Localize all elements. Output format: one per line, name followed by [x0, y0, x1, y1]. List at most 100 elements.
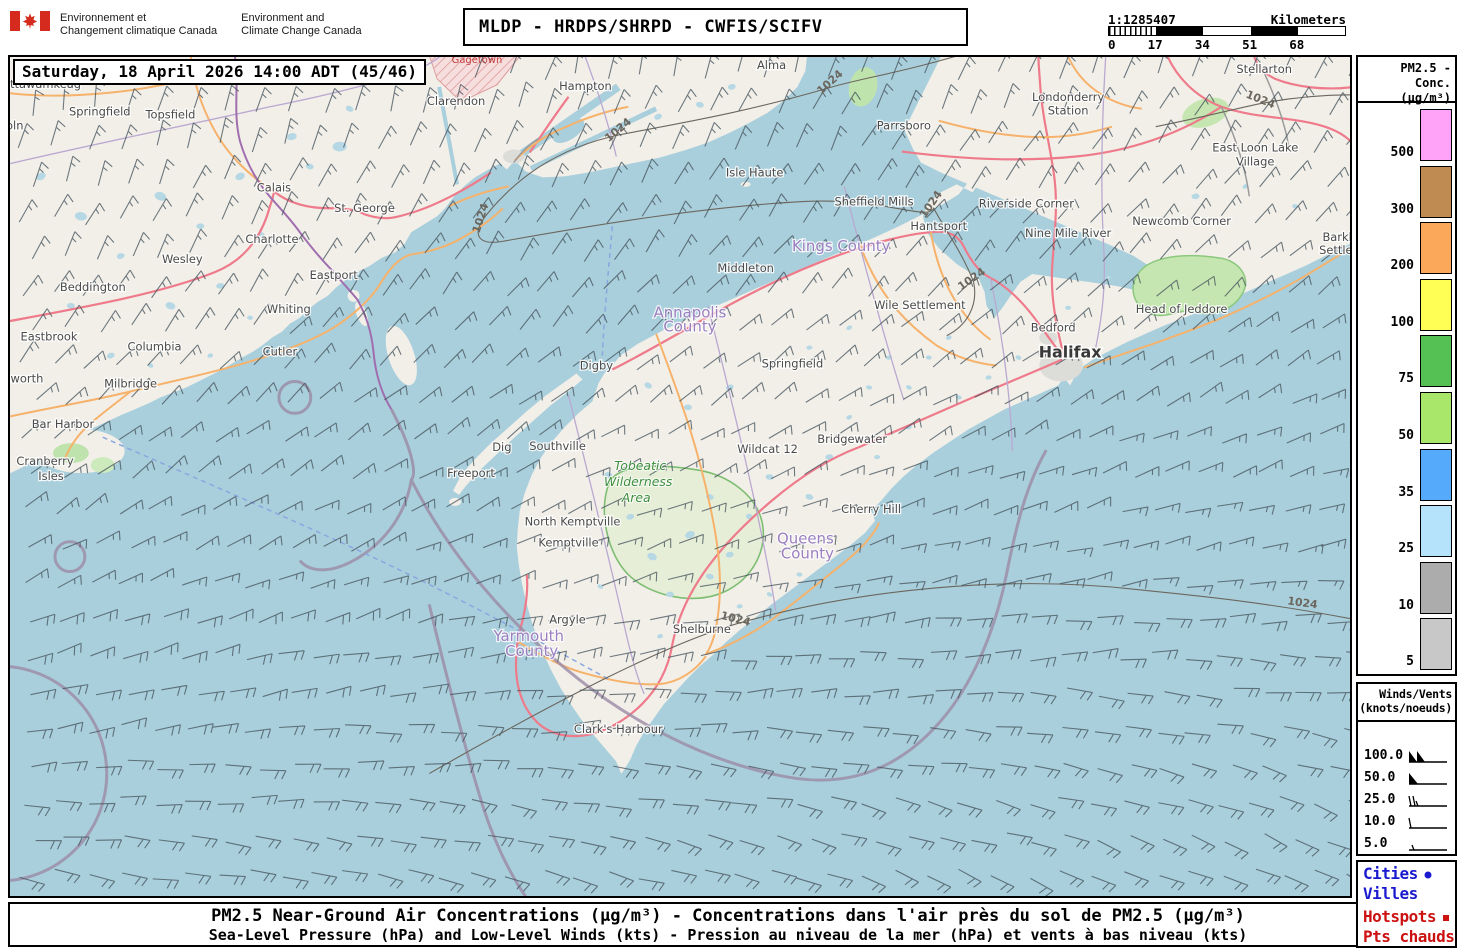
pm25-swatch	[1420, 278, 1452, 331]
model-title: MLDP - HRDPS/SHRPD - CWFIS/SCIFV	[479, 17, 823, 37]
winds-legend-title: Winds/Vents (knots/noeuds)	[1359, 687, 1452, 715]
hotspot-square-icon	[1443, 915, 1450, 921]
eccc-wordmark-fr: Environnement et Changement climatique Ca…	[60, 12, 218, 37]
wind-speed-label: 100.0	[1364, 748, 1404, 763]
city-label: Lincoln	[10, 119, 23, 133]
island-isle-haute	[740, 181, 751, 187]
features-legend: Cities Villes Hotspots Pts chauds	[1356, 860, 1457, 948]
scale-seg	[1297, 27, 1345, 35]
eccc-wordmark-en: Environment and Climate Change Canada	[241, 12, 362, 37]
city-label: Hantsport	[910, 219, 967, 233]
city-label: Cutler	[263, 345, 298, 359]
city-label: Milbridge	[104, 376, 157, 390]
city-label: Whiting	[267, 302, 311, 316]
datetime-box: Saturday, 18 April 2026 14:00 ADT (45/46…	[13, 59, 426, 85]
county-label: Kings County	[792, 237, 891, 255]
datetime-label: Saturday, 18 April 2026 14:00 ADT (45/46…	[22, 62, 417, 81]
city-label: Barkhouse	[1322, 230, 1350, 244]
city-label: Springfield	[69, 105, 131, 119]
city-label: Digby	[580, 359, 614, 373]
city-label: Shelburne	[673, 622, 731, 636]
park-label: Area	[621, 490, 651, 505]
caption-box: PM2.5 Near-Ground Air Concentrations (µg…	[8, 902, 1448, 947]
pm25-level-label: 500	[1390, 145, 1414, 160]
city-label: St. George	[334, 201, 395, 215]
city-label: Sheffield Mills	[835, 194, 914, 208]
wind-barb-100.0-icon	[1409, 751, 1447, 763]
park-label: Wilderness	[604, 474, 673, 489]
pm25-swatch	[1420, 505, 1452, 558]
pm25-level-label: 35	[1398, 484, 1414, 500]
city-label: North Kemptville	[525, 515, 621, 529]
city-label: Kemptville	[538, 536, 598, 550]
scale-tick: 17	[1147, 37, 1163, 52]
legend-separator	[1358, 101, 1455, 103]
pm25-level-label: 100	[1390, 314, 1414, 330]
pm25-swatch	[1420, 165, 1452, 218]
wind-speed-label: 50.0	[1364, 770, 1396, 785]
county-label: County	[781, 545, 834, 563]
city-label: Middleton	[717, 261, 774, 275]
pm25-level-label: 5	[1406, 654, 1414, 670]
wind-barb-10.0-icon	[1408, 817, 1447, 829]
city-label: Wesley	[162, 252, 203, 266]
pm25-swatch	[1420, 222, 1452, 275]
major-city-label: Halifax	[1039, 343, 1103, 362]
city-label: Wile Settlement	[874, 298, 966, 312]
base-map: 102410241024 10241024102410241024 Gagetow…	[10, 57, 1350, 896]
pm25-swatch	[1420, 109, 1452, 161]
city-label: Topsfield	[144, 108, 195, 122]
scale-tick-labels: 0 17 34 51 68	[1108, 37, 1346, 52]
city-label: Cranberry	[16, 454, 73, 468]
pm25-level-label: 300	[1390, 201, 1414, 217]
city-label: Riverside Corner	[979, 196, 1074, 210]
cities-legend-entry-fr: Villes	[1363, 884, 1418, 903]
scale-seg	[1156, 27, 1204, 35]
city-label: Head of Jeddore	[1136, 302, 1228, 316]
caption-line2: Sea-Level Pressure (hPa) and Low-Level W…	[208, 926, 1248, 944]
scale-seg	[1109, 27, 1157, 35]
city-label: East Loon Lake	[1212, 141, 1298, 155]
city-label: Ellsworth	[10, 371, 43, 385]
pm25-legend-title: PM2.5 - Conc. (µg/m³)	[1400, 61, 1451, 105]
hotspots-legend-entry: Hotspots	[1363, 907, 1455, 927]
city-label: Calais	[257, 180, 291, 194]
city-label: Southville	[529, 439, 586, 453]
wind-barb-50.0-icon	[1409, 773, 1447, 785]
pm25-swatch	[1420, 618, 1452, 671]
city-label: Charlotte	[245, 232, 298, 246]
city-label: Cherry Hill	[841, 502, 901, 516]
pm25-level-label: 50	[1398, 428, 1414, 443]
city-label: Argyle	[549, 612, 586, 626]
city-label: Wildcat 12	[737, 442, 798, 456]
legend-separator	[1358, 720, 1455, 722]
city-label: Clarendon	[427, 94, 485, 108]
city-label: Newcomb Corner	[1132, 214, 1231, 228]
city-label: Londonderry	[1032, 90, 1104, 104]
city-label: Bridgewater	[817, 432, 887, 446]
hotspots-legend-entry-fr: Pts chauds	[1363, 927, 1455, 946]
pm25-level-label: 75	[1398, 371, 1414, 387]
scale-unit: Kilometers	[1270, 12, 1346, 27]
scale-tick: 68	[1289, 37, 1305, 52]
wind-speed-label: 5.0	[1364, 836, 1388, 851]
pm25-swatch	[1420, 335, 1452, 388]
map-canvas[interactable]: Saturday, 18 April 2026 14:00 ADT (45/46…	[8, 55, 1352, 898]
wind-speed-label: 10.0	[1364, 814, 1396, 829]
wind-barb-25.0-icon	[1408, 795, 1447, 807]
city-label: Nine Mile River	[1025, 226, 1111, 240]
park-label: Tobeatic	[614, 458, 666, 473]
scale-tick: 51	[1242, 37, 1258, 52]
wind-barb-5.0-icon	[1409, 844, 1447, 851]
city-label: Village	[1236, 154, 1274, 168]
city-label: Dig	[492, 440, 511, 454]
city-label: Settlement	[1319, 243, 1350, 257]
eccc-logo: Environnement et Changement climatique Ca…	[10, 11, 362, 37]
city-label: Springfield	[762, 357, 824, 371]
scale-seg	[1203, 27, 1251, 35]
city-label: Bar Harbor	[32, 417, 95, 431]
city-label: Parrsboro	[877, 119, 931, 133]
scale-seg	[1250, 27, 1298, 35]
city-label: Bedford	[1031, 321, 1076, 335]
city-label: Alma	[757, 58, 786, 72]
